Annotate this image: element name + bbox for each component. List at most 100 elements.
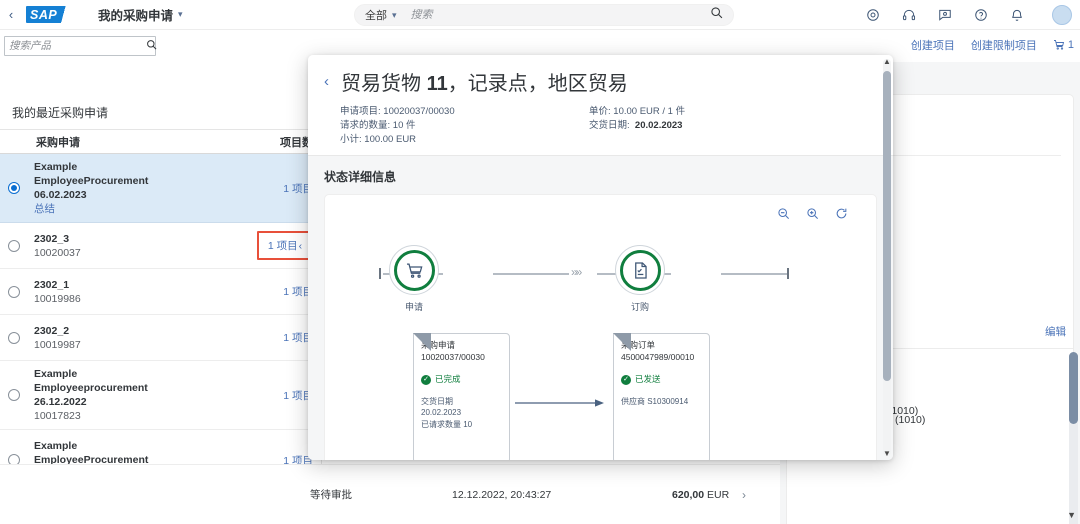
row-radio[interactable]: [8, 331, 20, 344]
bell-icon[interactable]: [1010, 8, 1024, 22]
subtotal-label: 小计:: [340, 134, 362, 145]
compass-icon[interactable]: [866, 8, 880, 22]
list-item[interactable]: Example EmployeeProcurement 06.02.2023 总…: [0, 154, 321, 223]
step-card-purchase-requisition[interactable]: 采购申请 10020037/00030 ✓ 已完成 交货日期 20.02.202…: [413, 333, 510, 460]
row-id: 10020037: [34, 246, 81, 259]
create-limit-item-button[interactable]: 创建限制项目: [971, 37, 1037, 53]
avatar[interactable]: [1052, 4, 1072, 25]
zoom-in-icon[interactable]: [806, 207, 819, 220]
global-search[interactable]: 全部 ▾: [354, 4, 734, 26]
cart-icon: [393, 249, 435, 291]
shell-bar: ‹ SAP 我的采购申请 ▾ 全部 ▾: [0, 0, 1080, 30]
dialog-header: ‹ 贸易货物 11，记录点，地区贸易 申请项目: 10020037/00030 …: [308, 55, 893, 155]
sap-logo: SAP: [26, 6, 78, 23]
requested-item-label: 申请项目:: [340, 106, 381, 117]
list-header: 采购申请 项目数: [0, 129, 321, 154]
row-item-count[interactable]: 1 项目: [257, 284, 313, 299]
product-search-input[interactable]: [9, 40, 146, 52]
step-card-id: 4500047989/00010: [621, 351, 695, 362]
shellbar-icons: [866, 4, 1072, 25]
search-scope-select[interactable]: 全部 ▾: [365, 7, 397, 23]
flow-node-request[interactable]: 申请: [389, 245, 439, 312]
back-icon[interactable]: ‹: [0, 7, 22, 22]
row-item-count-highlighted[interactable]: 1 项目 ‹: [257, 231, 313, 260]
dialog-meta-left: 申请项目: 10020037/00030 请求的数量: 10 件 小计: 100…: [324, 105, 589, 147]
row-name-line1: Example: [34, 161, 78, 173]
help-icon[interactable]: [974, 8, 988, 22]
row-name-line1: Example: [34, 440, 78, 452]
row-item-count[interactable]: 1 项目: [257, 330, 313, 345]
bottom-detail-row[interactable]: 等待审批 12.12.2022, 20:43:27 620,00 EUR ›: [0, 464, 780, 524]
row-item-count[interactable]: 1 项目: [257, 388, 313, 403]
row-radio[interactable]: [8, 239, 20, 252]
app-title[interactable]: 我的采购申请 ▾: [98, 5, 183, 24]
flow-connector: »»: [379, 265, 789, 279]
zoom-controls: [777, 207, 848, 220]
step-card-title: 采购申请: [421, 340, 456, 350]
cart-icon: [1053, 40, 1064, 50]
feedback-icon[interactable]: [938, 8, 952, 22]
app-title-label: 我的采购申请: [98, 9, 174, 23]
toolbar-links: 创建项目 创建限制项目 1: [911, 37, 1074, 53]
zoom-out-icon[interactable]: [777, 207, 790, 220]
flow-node-order[interactable]: 订购: [615, 245, 665, 312]
search-input[interactable]: [410, 9, 710, 21]
step-card-purchase-order[interactable]: 采购订单 4500047989/00010 ✓ 已发送 供应商 S1030091…: [613, 333, 710, 460]
dialog-meta: 申请项目: 10020037/00030 请求的数量: 10 件 小计: 100…: [324, 105, 875, 147]
row-item-count[interactable]: 1 项目: [257, 181, 313, 196]
dialog-title-number: 11: [426, 73, 448, 95]
edit-link[interactable]: 编辑: [1045, 324, 1066, 339]
row-radio[interactable]: [8, 182, 20, 194]
column-header-count: 项目数: [280, 136, 313, 149]
flow-node-label: 申请: [404, 302, 423, 312]
scroll-down-arrow[interactable]: ▼: [1067, 510, 1076, 520]
app-root: ‹ SAP 我的采购申请 ▾ 全部 ▾ 搜索 搜索产品 创建项目 创建限制项目 …: [0, 0, 1080, 524]
unit-price-value: 10.00 EUR / 1 件: [613, 106, 686, 117]
search-icon[interactable]: [146, 37, 157, 55]
list-item[interactable]: 2302_3 10020037 1 项目 ‹: [0, 223, 321, 269]
scroll-down-arrow[interactable]: ▼: [883, 449, 891, 458]
row-amount-value: 620,00: [672, 488, 705, 501]
step-card-requested-qty: 已请求数量 10: [421, 419, 473, 429]
row-name-line2: Employeeprocurement: [34, 382, 148, 394]
row-status: 等待审批: [310, 489, 352, 501]
dialog-back-button[interactable]: ‹: [324, 74, 329, 89]
step-card-status-label: 已完成: [435, 374, 461, 384]
dialog-scrollbar[interactable]: ▲ ▼: [883, 57, 891, 458]
step-card-title: 采购订单: [621, 340, 656, 350]
check-circle-icon: ✓: [421, 374, 431, 385]
scroll-up-arrow[interactable]: ▲: [883, 57, 891, 66]
list-item[interactable]: 2302_1 10019986 1 项目: [0, 269, 321, 315]
right-panel-scrollbar[interactable]: [1069, 352, 1078, 524]
requested-qty-label: 请求的数量:: [340, 120, 391, 131]
org-code-partial: (1010): [895, 414, 926, 426]
chevron-right-icon[interactable]: ›: [742, 488, 746, 502]
process-flow-card: »» 申请 订购 采购申请 10020037/00030 ✓ 已完成 交货日期 …: [324, 194, 877, 460]
row-summary-link[interactable]: 总结: [34, 202, 257, 216]
row-id: 10019986: [34, 292, 81, 305]
row-radio[interactable]: [8, 389, 20, 401]
step-card-status: ✓ 已完成: [421, 374, 502, 386]
subtotal-value: 100.00 EUR: [364, 134, 417, 145]
headset-icon[interactable]: [902, 8, 916, 22]
section-title: 状态详细信息: [324, 170, 397, 184]
chevron-right-icon: ‹: [298, 239, 303, 252]
reset-icon[interactable]: [835, 207, 848, 220]
step-card-status-label: 已发送: [635, 374, 661, 384]
row-name-line3: 06.02.2023: [34, 189, 87, 201]
product-search[interactable]: [4, 36, 157, 56]
row-name-line2: EmployeeProcurement: [34, 175, 149, 187]
unit-price-label: 单价:: [589, 106, 611, 117]
row-radio[interactable]: [8, 285, 20, 298]
create-item-button[interactable]: 创建项目: [911, 37, 955, 53]
list-item[interactable]: 2302_2 10019987 1 项目: [0, 315, 321, 361]
list-title: 我的最近采购申请: [12, 106, 109, 120]
purchase-requisition-list: 我的最近采购申请 采购申请 项目数 Example EmployeeProcur…: [0, 94, 322, 524]
row-name-line1: 2302_3: [34, 232, 70, 245]
row-id: 10017823: [34, 410, 81, 422]
list-item[interactable]: Example Employeeprocurement 26.12.2022 1…: [0, 361, 321, 430]
dialog-scrollbar-thumb[interactable]: [883, 71, 891, 381]
row-name-line1: 2302_2: [34, 324, 70, 337]
cart-button[interactable]: 1: [1053, 39, 1074, 51]
search-icon[interactable]: [710, 6, 723, 24]
